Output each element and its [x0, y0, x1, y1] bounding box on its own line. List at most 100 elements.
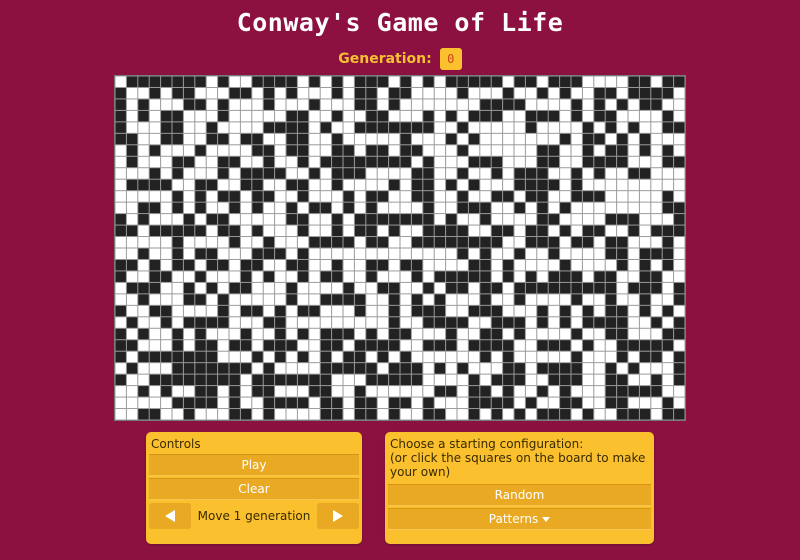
dead-cell[interactable] [309, 214, 320, 225]
dead-cell[interactable] [662, 386, 674, 397]
live-cell[interactable] [172, 340, 183, 351]
dead-cell[interactable] [377, 317, 389, 328]
live-cell[interactable] [195, 145, 206, 156]
live-cell[interactable] [537, 145, 548, 156]
dead-cell[interactable] [651, 110, 662, 122]
dead-cell[interactable] [639, 225, 651, 237]
live-cell[interactable] [639, 282, 651, 294]
dead-cell[interactable] [183, 305, 195, 317]
live-cell[interactable] [343, 191, 354, 202]
live-cell[interactable] [286, 76, 297, 87]
live-cell[interactable] [503, 363, 514, 374]
dead-cell[interactable] [309, 294, 320, 305]
live-cell[interactable] [297, 259, 309, 271]
live-cell[interactable] [263, 397, 275, 409]
dead-cell[interactable] [377, 363, 389, 374]
dead-cell[interactable] [594, 76, 605, 87]
dead-cell[interactable] [161, 202, 172, 214]
live-cell[interactable] [275, 397, 286, 409]
dead-cell[interactable] [309, 145, 320, 156]
live-cell[interactable] [434, 317, 446, 328]
live-cell[interactable] [320, 202, 332, 214]
dead-cell[interactable] [457, 294, 468, 305]
live-cell[interactable] [366, 145, 377, 156]
dead-cell[interactable] [480, 363, 491, 374]
dead-cell[interactable] [377, 409, 389, 420]
dead-cell[interactable] [275, 363, 286, 374]
live-cell[interactable] [525, 76, 537, 87]
dead-cell[interactable] [149, 214, 161, 225]
dead-cell[interactable] [525, 87, 537, 99]
live-cell[interactable] [389, 374, 400, 386]
dead-cell[interactable] [662, 351, 674, 363]
dead-cell[interactable] [161, 99, 172, 110]
live-cell[interactable] [571, 363, 582, 374]
live-cell[interactable] [172, 225, 183, 237]
dead-cell[interactable] [149, 156, 161, 168]
live-cell[interactable] [400, 145, 411, 156]
live-cell[interactable] [674, 122, 685, 133]
dead-cell[interactable] [195, 259, 206, 271]
live-cell[interactable] [263, 237, 275, 248]
live-cell[interactable] [115, 122, 126, 133]
live-cell[interactable] [537, 409, 548, 420]
dead-cell[interactable] [651, 214, 662, 225]
dead-cell[interactable] [571, 340, 582, 351]
live-cell[interactable] [172, 397, 183, 409]
dead-cell[interactable] [206, 294, 218, 305]
dead-cell[interactable] [628, 179, 639, 191]
dead-cell[interactable] [514, 87, 525, 99]
dead-cell[interactable] [560, 110, 571, 122]
dead-cell[interactable] [240, 202, 252, 214]
dead-cell[interactable] [138, 340, 149, 351]
live-cell[interactable] [149, 145, 161, 156]
live-cell[interactable] [605, 305, 617, 317]
dead-cell[interactable] [320, 110, 332, 122]
dead-cell[interactable] [514, 305, 525, 317]
live-cell[interactable] [354, 305, 366, 317]
dead-cell[interactable] [411, 76, 423, 87]
dead-cell[interactable] [297, 317, 309, 328]
live-cell[interactable] [149, 225, 161, 237]
live-cell[interactable] [537, 237, 548, 248]
dead-cell[interactable] [161, 214, 172, 225]
dead-cell[interactable] [389, 133, 400, 145]
live-cell[interactable] [229, 374, 240, 386]
live-cell[interactable] [126, 133, 138, 145]
dead-cell[interactable] [206, 237, 218, 248]
dead-cell[interactable] [651, 237, 662, 248]
live-cell[interactable] [377, 351, 389, 363]
dead-cell[interactable] [309, 248, 320, 259]
live-cell[interactable] [617, 397, 628, 409]
dead-cell[interactable] [582, 374, 594, 386]
live-cell[interactable] [229, 409, 240, 420]
live-cell[interactable] [195, 386, 206, 397]
live-cell[interactable] [480, 156, 491, 168]
dead-cell[interactable] [468, 282, 480, 294]
dead-cell[interactable] [115, 76, 126, 87]
live-cell[interactable] [446, 282, 457, 294]
dead-cell[interactable] [674, 386, 685, 397]
dead-cell[interactable] [628, 202, 639, 214]
live-cell[interactable] [183, 363, 195, 374]
dead-cell[interactable] [662, 99, 674, 110]
dead-cell[interactable] [400, 237, 411, 248]
dead-cell[interactable] [161, 87, 172, 99]
dead-cell[interactable] [126, 271, 138, 282]
live-cell[interactable] [354, 99, 366, 110]
live-cell[interactable] [605, 271, 617, 282]
dead-cell[interactable] [229, 248, 240, 259]
live-cell[interactable] [389, 409, 400, 420]
live-cell[interactable] [115, 87, 126, 99]
dead-cell[interactable] [115, 409, 126, 420]
live-cell[interactable] [320, 271, 332, 282]
dead-cell[interactable] [594, 351, 605, 363]
dead-cell[interactable] [411, 317, 423, 328]
live-cell[interactable] [480, 76, 491, 87]
dead-cell[interactable] [218, 386, 229, 397]
dead-cell[interactable] [252, 409, 263, 420]
dead-cell[interactable] [138, 397, 149, 409]
live-cell[interactable] [594, 110, 605, 122]
dead-cell[interactable] [400, 305, 411, 317]
dead-cell[interactable] [320, 191, 332, 202]
